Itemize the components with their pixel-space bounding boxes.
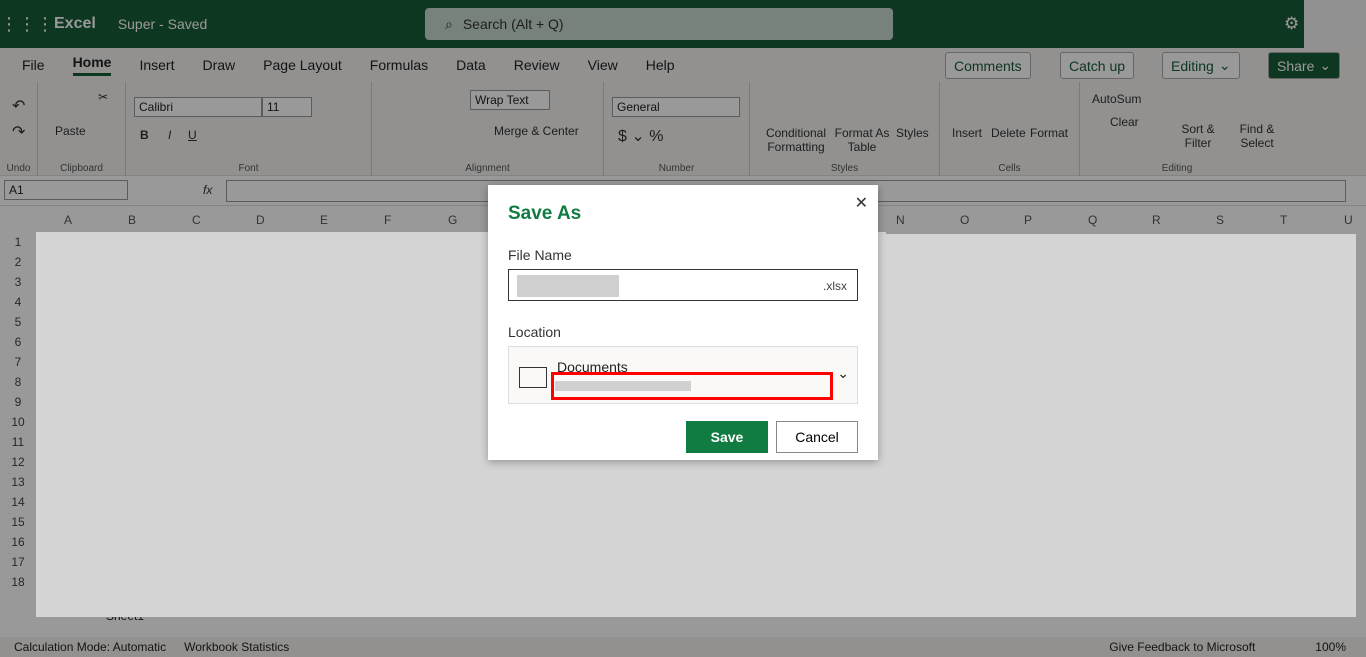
- cancel-button[interactable]: Cancel: [776, 421, 858, 453]
- location-label: Location: [508, 324, 561, 340]
- highlight-box: [551, 372, 833, 400]
- save-as-dialog: Save As ✕ File Name .xlsx Location Docum…: [488, 185, 878, 460]
- file-name-label: File Name: [508, 247, 572, 263]
- redacted-text: [517, 275, 619, 297]
- file-name-input[interactable]: .xlsx: [508, 269, 858, 301]
- close-icon[interactable]: ✕: [855, 193, 868, 213]
- folder-icon: [519, 367, 547, 388]
- file-extension: .xlsx: [823, 279, 847, 293]
- save-button[interactable]: Save: [686, 421, 768, 453]
- dialog-title: Save As: [508, 203, 582, 224]
- chevron-down-icon: ⌄: [837, 365, 849, 381]
- location-dropdown[interactable]: Documents ⌄: [508, 346, 858, 404]
- grid-placeholder: [886, 234, 1356, 617]
